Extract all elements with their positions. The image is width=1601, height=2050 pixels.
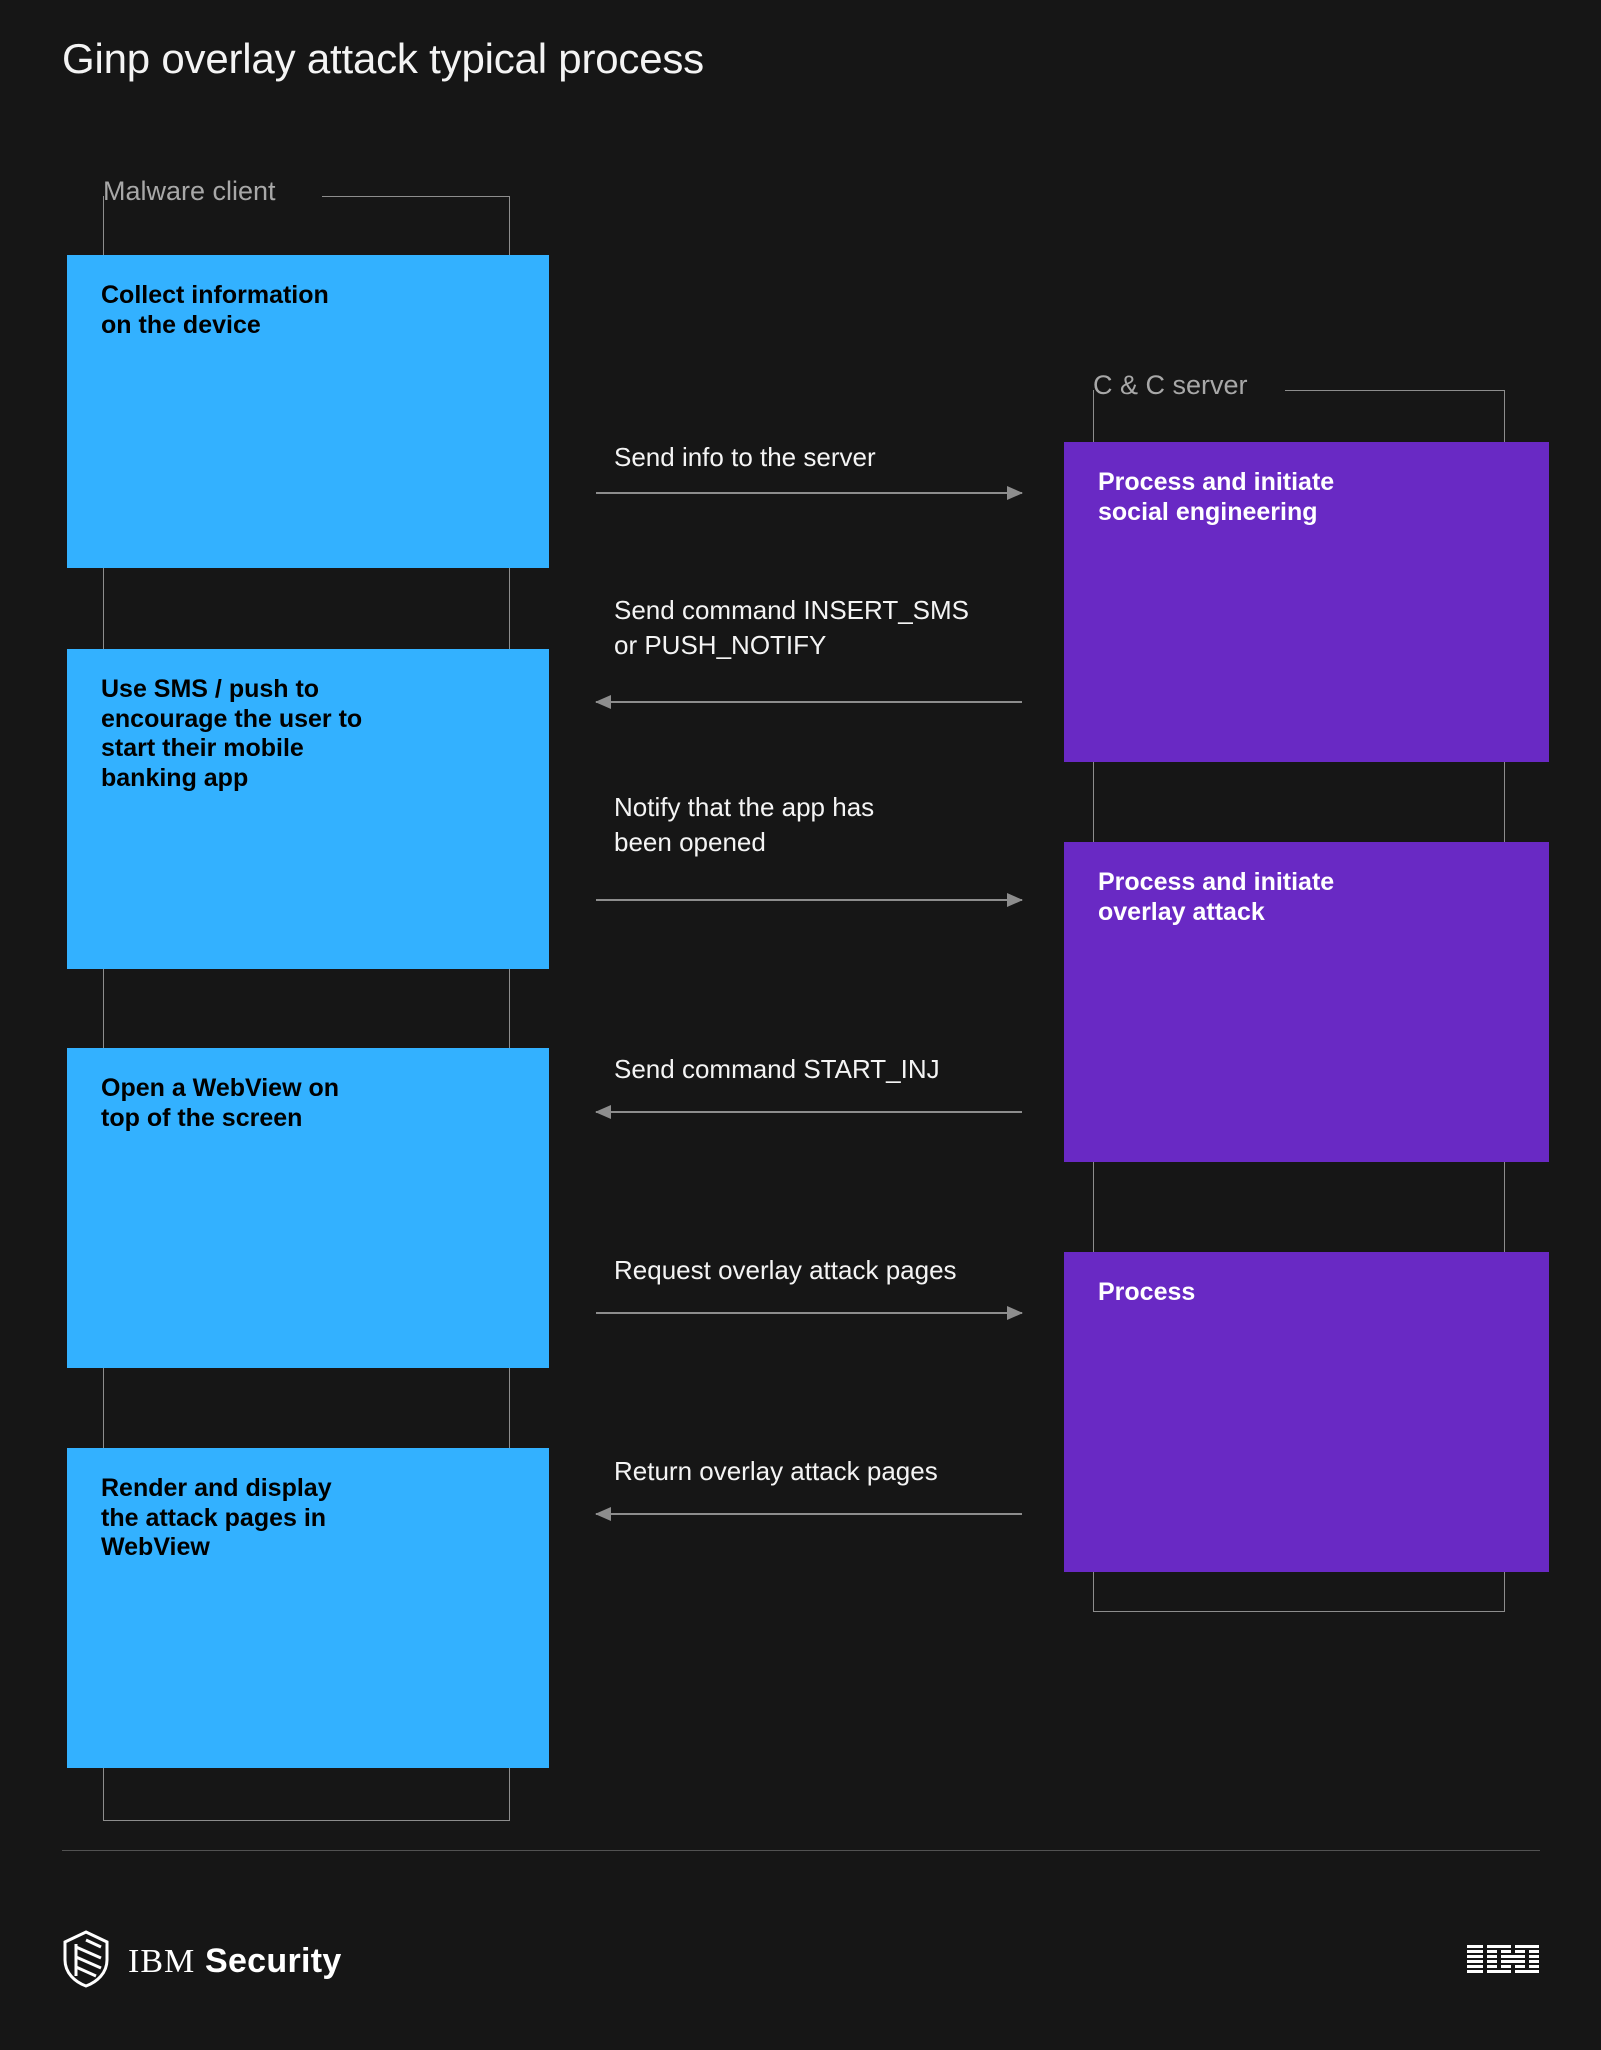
- message-label-send-info: Send info to the server: [614, 442, 876, 472]
- shield-icon: [62, 1930, 110, 1993]
- client-lifeline-left-1: [103, 568, 104, 649]
- client-lane-bracket-bottom-right: [509, 1768, 510, 1821]
- message-arrow-notify-app-opened: [596, 893, 1023, 907]
- client-step-use-sms-push[interactable]: Use SMS / push to encourage the user to …: [67, 649, 549, 969]
- client-lifeline-right-2: [509, 968, 510, 1048]
- server-lane-bracket-top: [1285, 390, 1505, 391]
- page-title: Ginp overlay attack typical process: [62, 35, 704, 82]
- ibm-wordmark-suffix: Security: [204, 1942, 342, 1980]
- server-lifeline-left-2: [1093, 1162, 1094, 1252]
- server-step-process-social-engineering-label: Process and initiate social engineering: [1098, 468, 1335, 526]
- server-step-process-overlay-attack-label: Process and initiate overlay attack: [1098, 868, 1335, 926]
- client-step-collect-information[interactable]: Collect information on the device: [67, 255, 549, 568]
- client-step-render-display[interactable]: Render and display the attack pages in W…: [67, 1448, 549, 1768]
- client-lane-bracket-top: [322, 196, 510, 197]
- lane-label-malware-client: Malware client: [103, 176, 276, 206]
- client-step-open-webview-label: Open a WebView on top of the screen: [101, 1074, 340, 1132]
- client-lifeline-right-3: [509, 1368, 510, 1448]
- message-arrow-send-info: [596, 486, 1023, 500]
- ibm-corporate-mark: [1467, 1945, 1539, 1980]
- server-step-process[interactable]: Process: [1064, 1252, 1549, 1572]
- server-lane-bracket-bottom-right: [1504, 1572, 1505, 1612]
- client-lane-bracket-bottom-left: [103, 1768, 104, 1821]
- ibm-wordmark-prefix: IBM: [128, 1943, 196, 1980]
- message-arrow-send-command-insert-sms: [595, 695, 1022, 709]
- message-arrow-return-overlay-pages: [595, 1507, 1022, 1521]
- client-step-open-webview[interactable]: Open a WebView on top of the screen: [67, 1048, 549, 1368]
- client-step-render-display-label: Render and display the attack pages in W…: [101, 1474, 332, 1561]
- client-lane-bracket-left: [103, 196, 104, 258]
- message-arrow-send-command-start-inj: [595, 1105, 1022, 1119]
- server-lifeline-right-1: [1504, 762, 1505, 842]
- server-lifeline-right-2: [1504, 1162, 1505, 1252]
- server-step-process-overlay-attack[interactable]: Process and initiate overlay attack: [1064, 842, 1549, 1162]
- message-label-send-command-insert-sms: Send command INSERT_SMS or PUSH_NOTIFY: [614, 595, 969, 661]
- server-lifeline-left-1: [1093, 762, 1094, 842]
- message-label-send-command-start-inj: Send command START_INJ: [614, 1054, 940, 1084]
- server-lane-bracket-bottom: [1093, 1611, 1505, 1612]
- diagram-canvas: Ginp overlay attack typical process Malw…: [0, 0, 1601, 2050]
- message-label-request-overlay-pages: Request overlay attack pages: [614, 1255, 957, 1285]
- message-label-return-overlay-pages: Return overlay attack pages: [614, 1456, 938, 1486]
- server-lane-bracket-left: [1093, 390, 1094, 442]
- client-lane-bracket-right: [509, 196, 510, 258]
- client-lane-bracket-bottom: [103, 1820, 510, 1821]
- client-step-use-sms-push-label: Use SMS / push to encourage the user to …: [101, 675, 363, 792]
- server-step-process-social-engineering[interactable]: Process and initiate social engineering: [1064, 442, 1549, 762]
- server-lane-bracket-bottom-left: [1093, 1572, 1094, 1612]
- client-lifeline-left-2: [103, 968, 104, 1048]
- ibm-security-wordmark: IBM Security: [128, 1942, 342, 1981]
- message-label-notify-app-opened: Notify that the app has been opened: [614, 792, 875, 858]
- lane-label-cc-server: C & C server: [1093, 370, 1248, 400]
- server-lane-bracket-right: [1504, 390, 1505, 442]
- client-lifeline-right-1: [509, 568, 510, 649]
- message-arrow-request-overlay-pages: [596, 1306, 1023, 1320]
- ibm-security-logo: IBM Security: [62, 1930, 342, 1993]
- server-step-process-label: Process: [1098, 1278, 1196, 1306]
- footer-divider: [62, 1850, 1540, 1851]
- client-lifeline-left-3: [103, 1368, 104, 1448]
- client-step-collect-information-label: Collect information on the device: [101, 281, 329, 339]
